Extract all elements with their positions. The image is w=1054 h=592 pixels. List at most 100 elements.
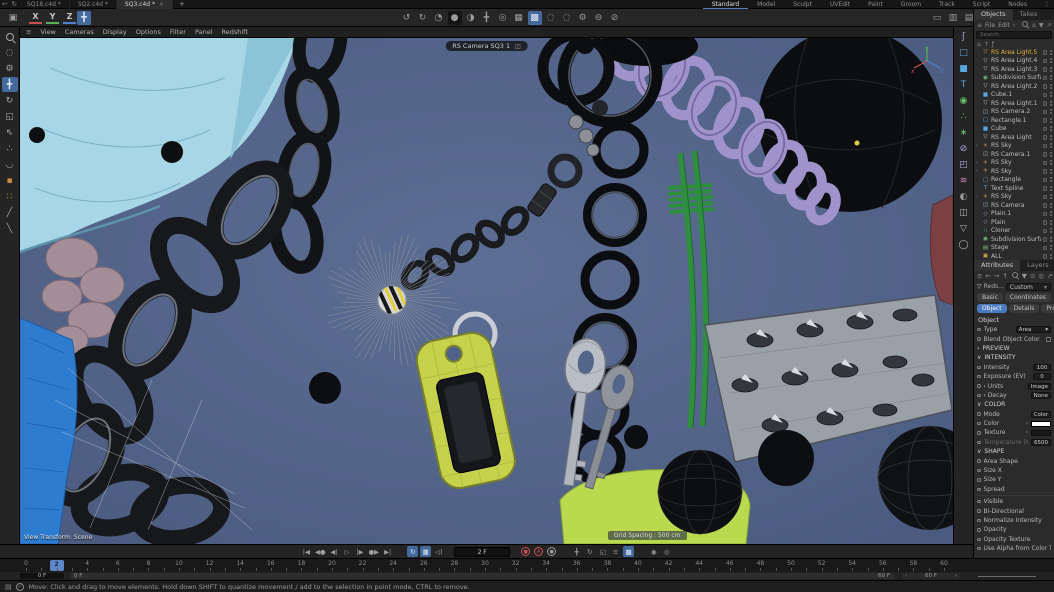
end-frame-spinner[interactable]: ‹ 60 F › [902, 573, 960, 579]
checkbox[interactable] [1046, 337, 1051, 342]
viewport-menu-filter[interactable]: Filter [170, 28, 186, 36]
popout-icon[interactable]: ↗ [1047, 272, 1052, 280]
point-mode-icon[interactable]: ∴ [2, 141, 18, 156]
render-active-icon[interactable]: ● [448, 11, 462, 25]
expand-icon[interactable]: › [976, 194, 980, 200]
enable-toggle[interactable] [1043, 59, 1048, 64]
viewport-solo-icon[interactable]: ▣ [6, 11, 20, 25]
attr-tab-project[interactable]: Project [1041, 304, 1054, 313]
keyframe-dot[interactable] [977, 469, 981, 473]
visibility-dots[interactable] [1050, 58, 1052, 63]
object-row[interactable]: ▽RS Area Light.1 [974, 99, 1054, 108]
keyframe-dot[interactable] [977, 366, 981, 370]
search-icon[interactable] [1011, 271, 1019, 281]
object-row[interactable]: ▣ALL [974, 252, 1054, 260]
keyframe-dot[interactable] [977, 509, 981, 513]
texture-slot[interactable] [1031, 430, 1051, 436]
interactive-render-icon[interactable]: ◑ [464, 11, 478, 25]
visibility-dots[interactable] [1050, 50, 1052, 55]
layout-tab-track[interactable]: Track [930, 0, 964, 9]
attribute-group-header[interactable]: ›PREVIEW [974, 344, 1054, 353]
attribute-group-header[interactable]: ∨INTENSITY [974, 353, 1054, 362]
shading-icon[interactable]: ◐ [956, 189, 972, 204]
object-row[interactable]: ◇Plain.1 [974, 210, 1054, 219]
object-row[interactable]: ▽RS Area Light.4 [974, 57, 1054, 66]
frame-counter-field[interactable]: 2 F [454, 547, 510, 557]
redo-icon[interactable]: ↻ [416, 11, 430, 25]
spline-primitive-icon[interactable]: □ [956, 45, 972, 60]
enable-toggle[interactable] [1043, 135, 1048, 140]
viewport-menu-cameras[interactable]: Cameras [65, 28, 94, 36]
move-tool-icon[interactable]: ╋ [2, 77, 18, 92]
visibility-dots[interactable] [1050, 135, 1052, 140]
tweak-icon[interactable]: ⚙ [2, 61, 18, 76]
attr-tab-details[interactable]: Details [1009, 304, 1040, 313]
disable-icon[interactable]: ⊘ [608, 11, 622, 25]
record-scale-icon[interactable]: ◱ [597, 546, 608, 557]
keyframe-dot[interactable] [977, 422, 981, 426]
preview-range-track[interactable]: 0 F 60 F [70, 573, 894, 579]
layout-tab-sculpt[interactable]: Sculpt [784, 0, 821, 9]
keyframe-dot[interactable] [977, 538, 981, 542]
enable-toggle[interactable] [1043, 169, 1048, 174]
viewport-canvas[interactable]: RS Camera SQ3 1 ◫ x y z View Transform: … [20, 38, 953, 544]
visibility-dots[interactable] [1050, 203, 1052, 208]
layout-tab-paint[interactable]: Paint [859, 0, 892, 9]
array-icon[interactable]: ∴ [956, 109, 972, 124]
keyframe-dot[interactable] [977, 384, 981, 388]
go-end-button[interactable]: ▶| [382, 546, 393, 557]
spinner-decrement-icon[interactable]: ‹ [905, 573, 907, 579]
viewport-menu-icon[interactable]: ≡ [26, 28, 31, 36]
forward-icon[interactable]: → [994, 272, 999, 280]
record-position-icon[interactable]: ╋ [571, 546, 582, 557]
visibility-dots[interactable] [1050, 169, 1052, 174]
visibility-dots[interactable] [1050, 143, 1052, 148]
mode-dropdown[interactable]: Custom ▾ [1006, 283, 1051, 291]
next-key-button[interactable]: ●▶ [368, 546, 381, 557]
world-axis-toggle[interactable]: ╋ [77, 11, 91, 25]
object-row[interactable]: ◇Plain [974, 218, 1054, 227]
spline-pen-icon[interactable]: ʃ [956, 29, 972, 44]
expand-icon[interactable]: › [1026, 420, 1028, 427]
up-icon[interactable]: ↑ [1002, 272, 1007, 280]
search-icon[interactable] [2, 29, 18, 44]
objects-menu-file[interactable]: File [985, 22, 995, 29]
viewport-menu-options[interactable]: Options [136, 28, 161, 36]
close-tab-icon[interactable]: × [159, 1, 164, 8]
attr-tab-object[interactable]: Object [977, 304, 1007, 313]
visibility-dots[interactable] [1050, 245, 1052, 250]
text-object-icon[interactable]: T [956, 77, 972, 92]
enable-toggle[interactable] [1043, 101, 1048, 106]
hamburger-icon[interactable]: ≡ [977, 22, 982, 29]
enable-toggle[interactable] [1043, 118, 1048, 123]
sound-toggle[interactable]: ◁) [433, 546, 444, 557]
render-sphere-icon[interactable]: ◯ [956, 237, 972, 252]
tab-layers[interactable]: Layers [1020, 260, 1054, 271]
viewport-menu-display[interactable]: Display [103, 28, 127, 36]
object-row[interactable]: ■Cube [974, 125, 1054, 134]
primitive-cube-icon[interactable]: ■ [956, 61, 972, 76]
visibility-dots[interactable] [1050, 237, 1052, 242]
history-icon[interactable]: ◎ [1038, 272, 1044, 280]
viewport-menu-redshift[interactable]: Redshift [222, 28, 248, 36]
attribute-value-field[interactable]: 0 [1033, 373, 1051, 380]
enable-toggle[interactable] [1043, 254, 1048, 259]
expand-icon[interactable]: › [976, 143, 980, 149]
document-tab[interactable]: SQ3.c4d *× [117, 0, 173, 9]
render-picture-viewer-icon[interactable]: ▥ [946, 11, 960, 25]
enable-toggle[interactable] [1043, 203, 1048, 208]
attr-tab-coordinates[interactable]: Coordinates [1005, 293, 1051, 302]
object-row[interactable]: ▽RS Area Light.5 [974, 48, 1054, 57]
redo-history-icon[interactable]: ↻ [11, 0, 16, 8]
layout-tab-groom[interactable]: Groom [892, 0, 930, 9]
enable-toggle[interactable] [1043, 76, 1048, 81]
enable-toggle[interactable] [1043, 144, 1048, 149]
layout-tab-nodes[interactable]: Nodes [999, 0, 1036, 9]
objects-menu-edit[interactable]: Edit [998, 22, 1010, 29]
expand-icon[interactable]: › [976, 160, 980, 166]
vertex-paint-icon[interactable]: ∷ [2, 189, 18, 204]
enable-toggle[interactable] [1043, 67, 1048, 72]
record-parameter-icon[interactable]: ≡ [610, 546, 621, 557]
scale-tool-icon[interactable]: ◱ [2, 109, 18, 124]
enable-toggle[interactable] [1043, 93, 1048, 98]
